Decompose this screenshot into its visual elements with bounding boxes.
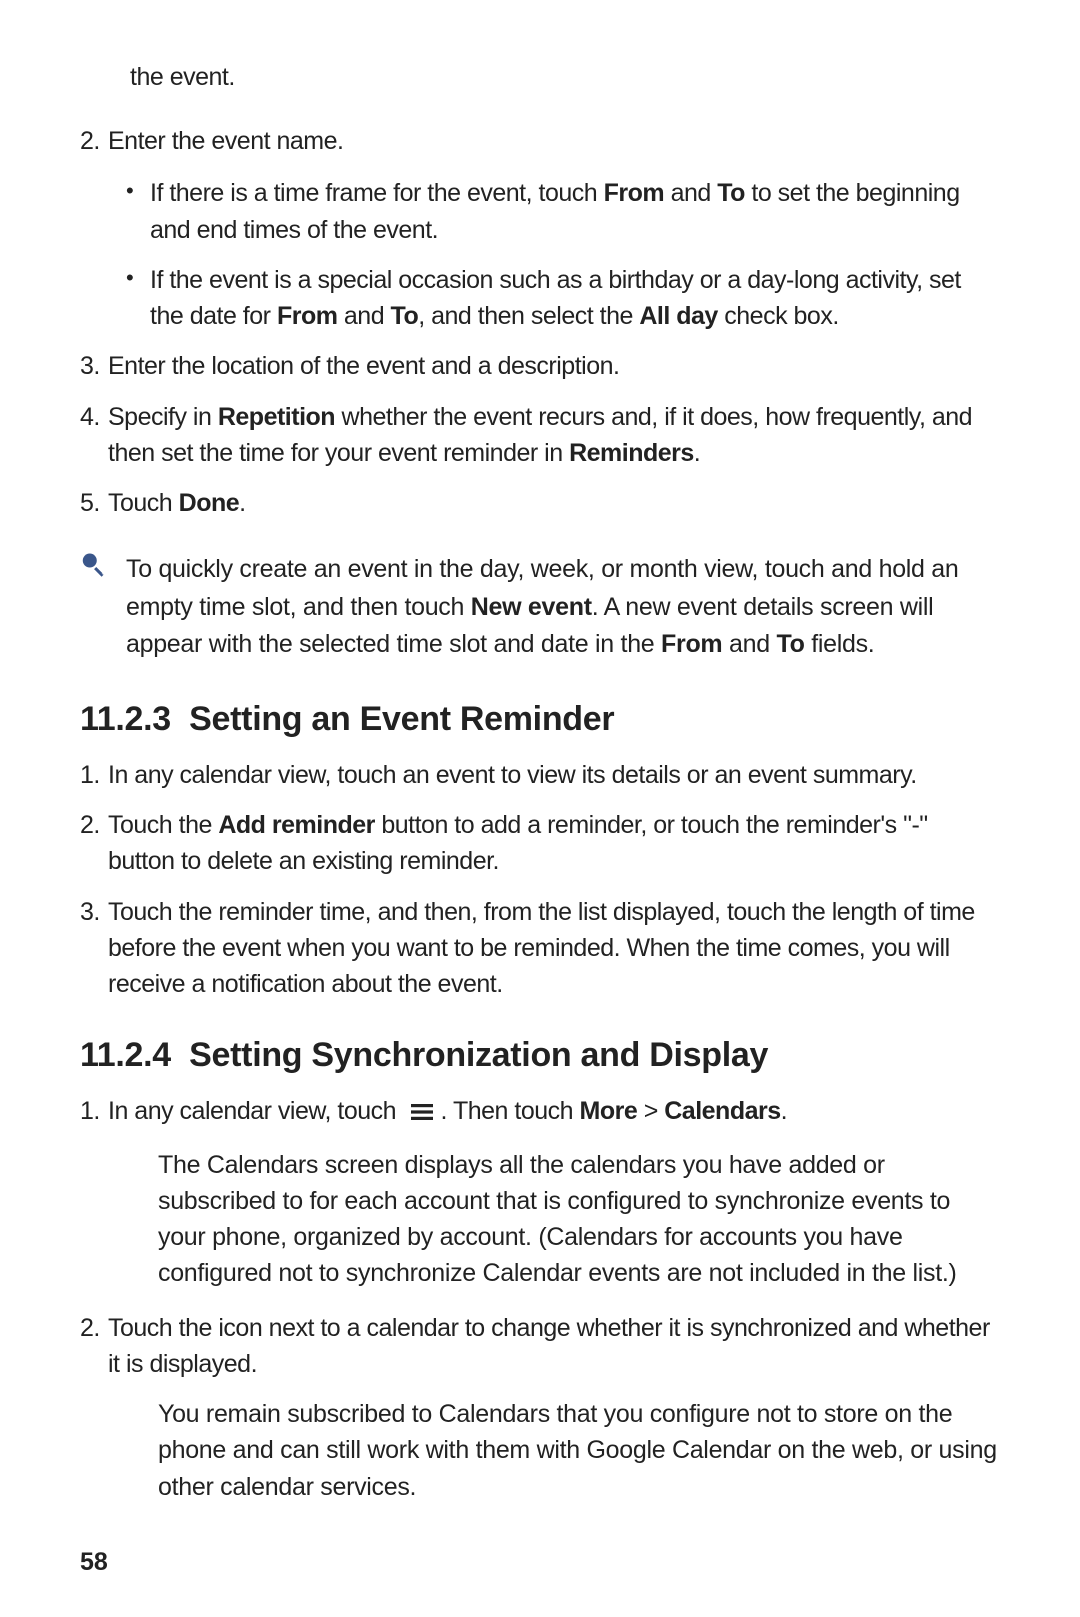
bold-repetition: Repetition [218,403,335,431]
text: check box. [718,302,839,330]
bold-done: Done [179,489,240,517]
section-title: Setting an Event Reminder [189,700,614,738]
text: Touch the icon next to a calendar to cha… [108,1314,990,1378]
bold-addreminder: Add reminder [218,811,375,839]
steps-list-1: Enter the event name. If there is a time… [80,123,1000,521]
text: and [337,302,390,330]
sync-step-1-detail: The Calendars screen displays all the ca… [158,1147,1000,1292]
text: Touch [108,489,179,517]
step-5: Touch Done. [80,485,1000,521]
text: . Then touch [441,1097,580,1125]
sync-step-2-detail: You remain subscribed to Calendars that … [158,1396,1000,1505]
section-sync-heading: 11.2.4 Setting Synchronization and Displ… [80,1036,1000,1075]
section-reminder-heading: 11.2.3 Setting an Event Reminder [80,700,1000,739]
bold-newevent: New event [471,593,592,621]
menu-icon [409,1096,435,1132]
step-3-text: Enter the location of the event and a de… [108,352,619,380]
bold-from: From [277,302,338,330]
text: In any calendar view, touch an event to … [108,761,917,789]
bullet-allday: If the event is a special occasion such … [126,262,1000,335]
text: . [694,439,700,467]
step-2: Enter the event name. If there is a time… [80,123,1000,334]
tip-icon [80,553,106,586]
text: . [781,1097,787,1125]
tip-block: To quickly create an event in the day, w… [80,551,1000,664]
page-number: 58 [80,1548,108,1577]
section-title: Setting Synchronization and Display [189,1036,768,1074]
text: and [664,179,717,207]
text: Touch the reminder time, and then, from … [108,898,975,999]
step-2-bullets: If there is a time frame for the event, … [126,175,1000,334]
step-4: Specify in Repetition whether the event … [80,399,1000,472]
bold-to: To [717,179,745,207]
step-3: Enter the location of the event and a de… [80,348,1000,384]
section-number: 11.2.4 [80,1036,171,1074]
bold-reminders: Reminders [569,439,694,467]
text: > [637,1097,664,1125]
bullet-timeframe: If there is a time frame for the event, … [126,175,1000,248]
text: fields. [805,630,875,658]
text: In any calendar view, touch [108,1097,403,1125]
continued-line: the event. [130,60,1000,95]
bold-more: More [580,1097,638,1125]
text: If there is a time frame for the event, … [150,179,604,207]
text: Specify in [108,403,218,431]
text: and [722,630,776,658]
section-number: 11.2.3 [80,700,171,738]
sync-step-2: Touch the icon next to a calendar to cha… [80,1310,1000,1505]
reminder-step-1: In any calendar view, touch an event to … [80,757,1000,793]
reminder-step-3: Touch the reminder time, and then, from … [80,894,1000,1003]
bold-from: From [661,630,722,658]
bold-calendars: Calendars [664,1097,780,1125]
bold-to: To [391,302,419,330]
tip-text: To quickly create an event in the day, w… [126,551,1000,664]
bold-allday: All day [639,302,717,330]
bold-to: To [776,630,804,658]
bold-from: From [604,179,665,207]
text: Touch the [108,811,218,839]
sync-step-1: In any calendar view, touch . Then touch… [80,1093,1000,1291]
text: , and then select the [418,302,639,330]
steps-list-sync: In any calendar view, touch . Then touch… [80,1093,1000,1505]
steps-list-reminder: In any calendar view, touch an event to … [80,757,1000,1003]
text: . [239,489,245,517]
reminder-step-2: Touch the Add reminder button to add a r… [80,807,1000,880]
step-2-text: Enter the event name. [108,127,343,155]
